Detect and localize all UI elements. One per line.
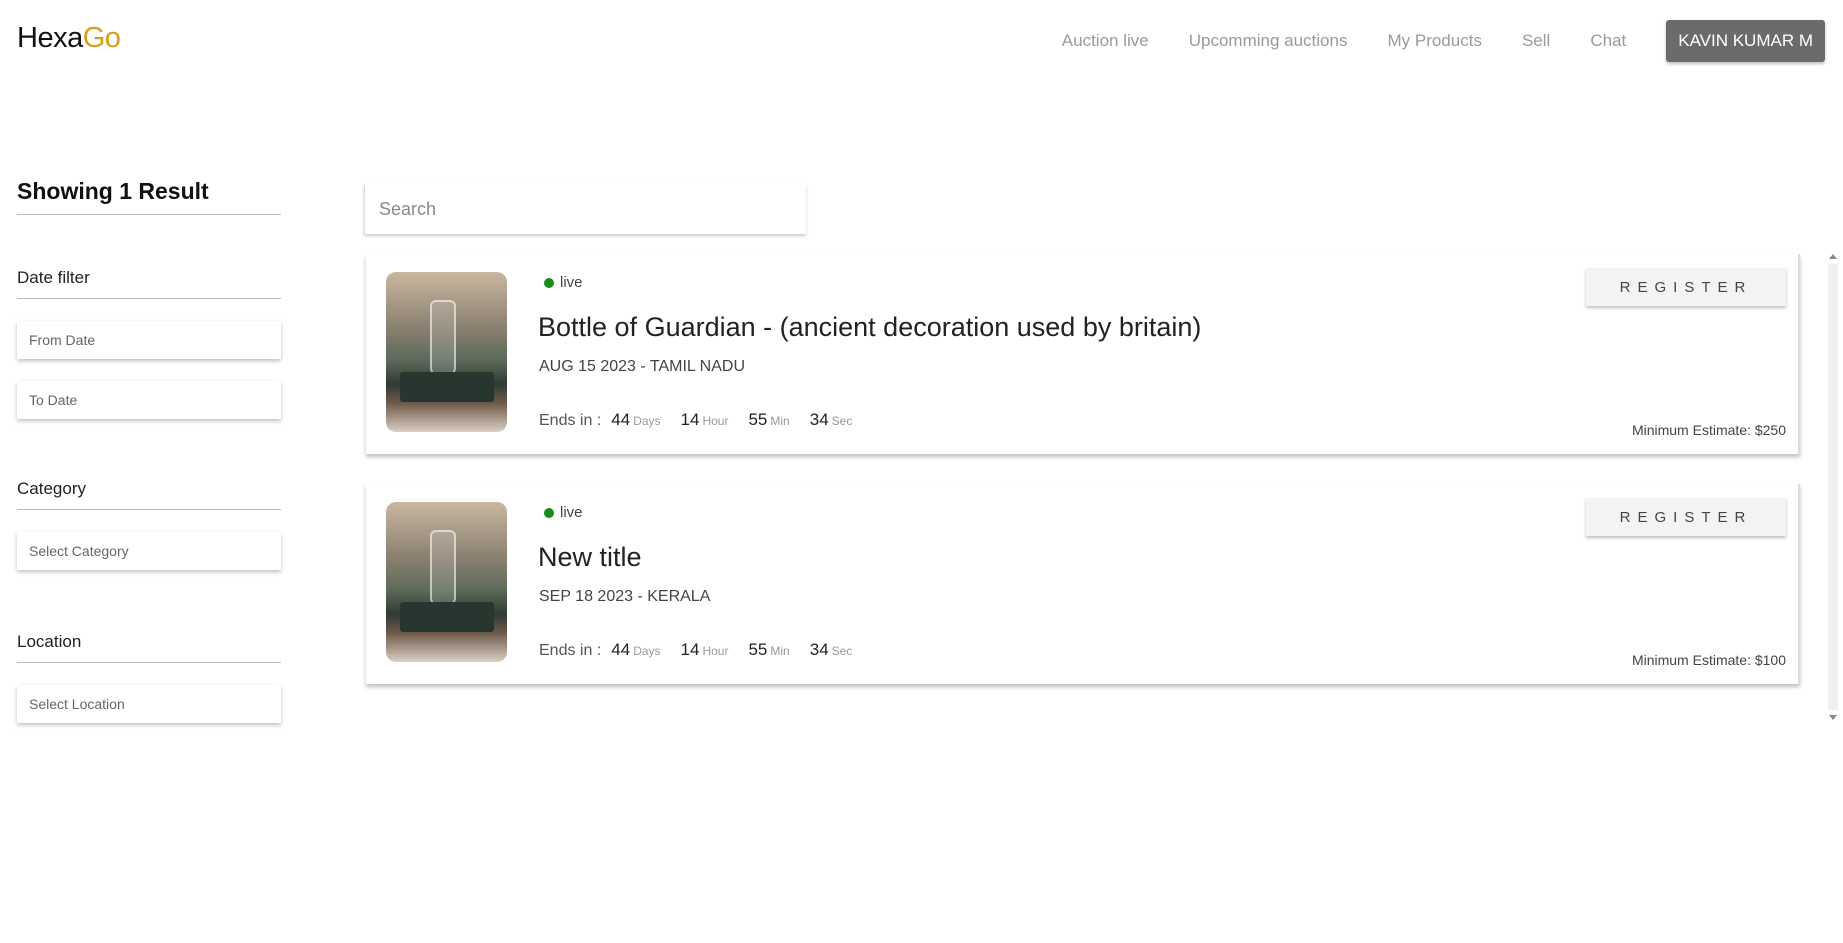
from-date-field[interactable]: From Date [17,321,281,359]
countdown-hours-unit: Hour [702,644,729,658]
main-nav: Auction live Upcomming auctions My Produ… [1022,20,1825,62]
ends-in-label: Ends in : [539,642,602,659]
bottle-shape [430,530,456,606]
auction-title[interactable]: Bottle of Guardian - (ancient decoration… [538,312,1201,343]
minimum-estimate: Minimum Estimate: $250 [1631,422,1786,438]
search-input[interactable] [365,184,806,234]
category-select[interactable]: Select Category [17,532,281,570]
nav-auction-live[interactable]: Auction live [1062,31,1149,51]
countdown-secs: 34 [809,410,829,429]
ends-in-label: Ends in : [539,412,602,429]
product-image[interactable] [386,502,507,662]
search-box [364,184,806,234]
date-filter-section: Date filter From Date To Date [17,268,281,419]
auction-card[interactable]: live New title SEP 18 2023 - KERALA Ends… [366,484,1800,684]
countdown-secs-unit: Sec [831,414,853,428]
nav-my-products[interactable]: My Products [1387,31,1481,51]
countdown-hours: 14 [680,410,700,429]
date-filter-heading: Date filter [17,268,281,299]
filter-sidebar: Showing 1 Result Date filter From Date T… [17,178,281,723]
countdown-secs: 34 [809,640,829,659]
countdown-mins-unit: Min [770,414,790,428]
live-status: live [544,504,583,521]
book-shape [400,602,494,632]
scroll-up-arrow-icon[interactable] [1829,254,1837,259]
countdown-hours: 14 [680,640,700,659]
countdown-timer: Ends in : 44 Days 14 Hour 55 Min 34 Sec [539,640,862,660]
countdown-days: 44 [611,640,631,659]
live-dot-icon [544,507,554,518]
logo-text-go: Go [82,22,121,54]
nav-chat[interactable]: Chat [1590,31,1626,51]
location-select[interactable]: Select Location [17,685,281,723]
auction-date-location: AUG 15 2023 - TAMIL NADU [539,358,745,375]
live-label: live [560,274,583,291]
nav-sell[interactable]: Sell [1522,31,1550,51]
product-image[interactable] [386,272,507,432]
user-account-button[interactable]: KAVIN KUMAR M [1666,20,1825,62]
countdown-hours-unit: Hour [702,414,729,428]
auction-date-location: SEP 18 2023 - KERALA [539,588,711,605]
scroll-down-arrow-icon[interactable] [1829,715,1837,720]
header: HexaGo Auction live Upcomming auctions M… [0,0,1843,80]
auction-card[interactable]: live Bottle of Guardian - (ancient decor… [366,254,1800,454]
results-scrollbar[interactable] [1826,254,1840,720]
bottle-shape [430,300,456,376]
logo[interactable]: HexaGo [17,22,121,55]
results-count-title: Showing 1 Result [17,178,281,215]
scroll-track[interactable] [1828,264,1838,710]
countdown-mins-unit: Min [770,644,790,658]
live-label: live [560,504,583,521]
countdown-days-unit: Days [633,644,661,658]
book-shape [400,372,494,402]
category-heading: Category [17,479,281,510]
countdown-mins: 55 [748,640,768,659]
to-date-field[interactable]: To Date [17,381,281,419]
live-dot-icon [544,277,554,288]
register-button[interactable]: REGISTER [1586,498,1786,536]
location-heading: Location [17,632,281,663]
countdown-mins: 55 [748,410,768,429]
register-button[interactable]: REGISTER [1586,268,1786,306]
logo-text-hexa: Hexa [17,22,83,54]
countdown-timer: Ends in : 44 Days 14 Hour 55 Min 34 Sec [539,410,862,430]
category-filter-section: Category Select Category [17,479,281,570]
countdown-days: 44 [611,410,631,429]
location-filter-section: Location Select Location [17,632,281,723]
auction-title[interactable]: New title [538,542,642,573]
countdown-secs-unit: Sec [831,644,853,658]
nav-upcoming-auctions[interactable]: Upcomming auctions [1189,31,1348,51]
minimum-estimate: Minimum Estimate: $100 [1631,652,1786,668]
countdown-days-unit: Days [633,414,661,428]
live-status: live [544,274,583,291]
